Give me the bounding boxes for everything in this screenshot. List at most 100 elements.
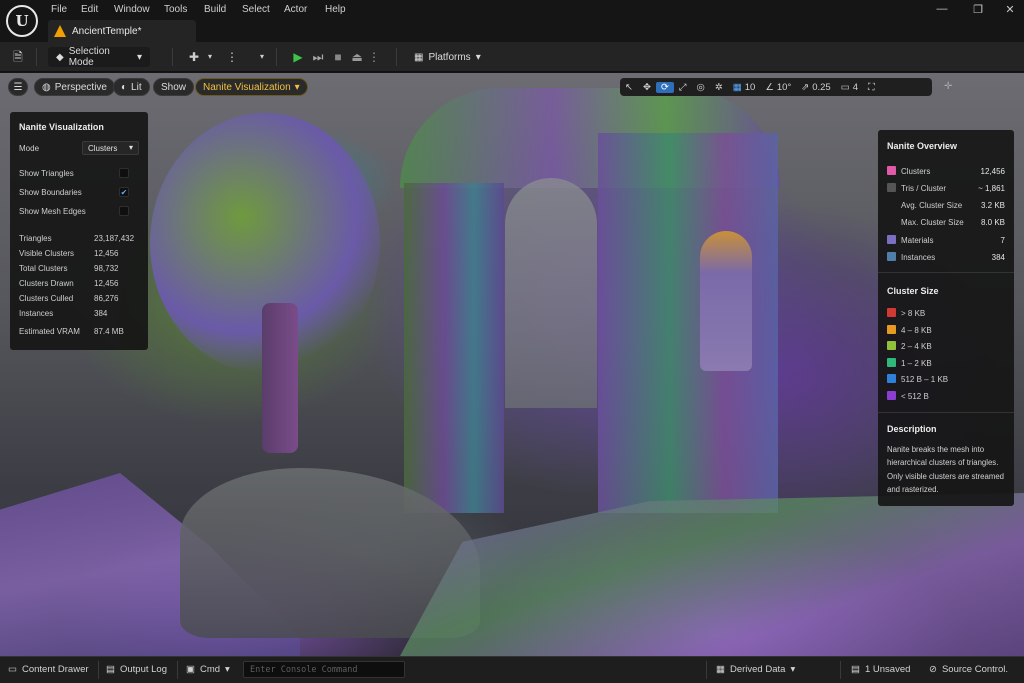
- menu-window[interactable]: Window: [114, 4, 150, 15]
- nanite-visualization-panel: Nanite Visualization Mode Clusters ▾ Sho…: [10, 112, 148, 350]
- perspective-button[interactable]: ◍ Perspective: [34, 78, 115, 96]
- size-swatch: [887, 308, 896, 317]
- overview-label: Instances: [901, 253, 936, 262]
- size-swatch: [887, 391, 896, 400]
- minimize-button[interactable]: —: [930, 3, 954, 15]
- rotate-icon[interactable]: ⟳: [655, 81, 674, 93]
- grid-snap-value: 10: [744, 81, 756, 93]
- show-mesh-edges-checkbox[interactable]: [119, 206, 129, 216]
- status-bar: ▭ Content Drawer ▤ Output Log ▣ Cmd ▾ En…: [0, 656, 1024, 683]
- platforms-dropdown[interactable]: ▦ Platforms ▾: [406, 47, 484, 67]
- menu-build[interactable]: Build: [204, 4, 226, 15]
- overview-value: ~ 1,861: [978, 184, 1005, 193]
- globe-icon: ◍: [42, 81, 51, 93]
- hamburger-icon: ☰: [13, 81, 23, 93]
- save-icon[interactable]: 🗎: [10, 49, 26, 65]
- option-label: Show Mesh Edges: [19, 207, 86, 216]
- size-swatch: [887, 325, 896, 334]
- camera-icon: ▭: [840, 81, 850, 93]
- play-icon[interactable]: ▶: [290, 49, 306, 65]
- viewport-options-icon[interactable]: ✛: [944, 81, 952, 92]
- chevron-down-icon: ▾: [136, 51, 142, 63]
- translate-icon[interactable]: ✥: [638, 82, 656, 93]
- unsaved-button[interactable]: ▤ 1 Unsaved: [851, 664, 910, 675]
- title-bar: U File Edit Window Tools Build Select Ac…: [0, 0, 1024, 42]
- project-tab[interactable]: AncientTemple*: [48, 20, 196, 42]
- restore-button[interactable]: ❐: [966, 3, 990, 16]
- show-boundaries-checkbox[interactable]: ✔: [119, 187, 129, 197]
- scale-icon[interactable]: ⤢: [674, 82, 692, 93]
- level-viewport[interactable]: ☰ ◍ Perspective ◐ Lit Show Nanite Visual…: [0, 73, 1024, 656]
- eject-icon[interactable]: ⏏: [349, 49, 365, 65]
- grid-snap-button[interactable]: ▦ 10: [728, 82, 761, 93]
- vram-label: Estimated VRAM: [19, 327, 80, 336]
- menu-file[interactable]: File: [51, 4, 67, 15]
- panel-title: Nanite Visualization: [19, 122, 104, 132]
- scale-snap-button[interactable]: ⇗ 0.25: [796, 82, 835, 93]
- divider: [840, 661, 841, 679]
- stat-label: Visible Clusters: [19, 249, 74, 258]
- chevron-down-icon[interactable]: ▾: [254, 49, 270, 65]
- overview-title: Nanite Overview: [887, 141, 958, 151]
- stat-label: Instances: [19, 309, 54, 318]
- menu-edit[interactable]: Edit: [81, 4, 98, 15]
- menu-select[interactable]: Select: [242, 4, 270, 15]
- rotation-snap-button[interactable]: ∠ 10°: [760, 82, 796, 93]
- tris-swatch: [887, 183, 896, 192]
- stat-value: 12,456: [94, 279, 119, 288]
- selection-mode-label: Selection Mode: [68, 46, 110, 68]
- lit-button[interactable]: ◐ Lit: [113, 78, 150, 96]
- blueprint-icon[interactable]: ⋮: [224, 49, 240, 65]
- mode-dropdown[interactable]: Clusters ▾: [82, 141, 139, 155]
- divider: [276, 48, 277, 66]
- overview-value: 8.0 KB: [980, 218, 1005, 227]
- stat-value: 23,187,432: [94, 234, 135, 243]
- option-label: Show Boundaries: [19, 188, 82, 197]
- nanite-visualization-button[interactable]: Nanite Visualization ▾: [195, 78, 308, 96]
- stop-icon[interactable]: ■: [330, 49, 346, 65]
- more-icon[interactable]: ⋮: [366, 49, 382, 65]
- derived-data-button[interactable]: ▦ Derived Data ▾: [716, 664, 795, 675]
- close-button[interactable]: ✕: [998, 3, 1022, 16]
- selection-mode-dropdown[interactable]: ◆ Selection Mode ▾: [48, 46, 150, 68]
- console-input[interactable]: Enter Console Command: [243, 661, 405, 678]
- chevron-down-icon: ▾: [225, 664, 230, 675]
- maximize-viewport-icon[interactable]: ⛶: [863, 82, 880, 93]
- cmd-label: Cmd: [199, 664, 221, 675]
- surface-snap-icon[interactable]: ✲: [710, 82, 728, 93]
- camera-speed-button[interactable]: ▭ 4: [836, 82, 863, 93]
- clusters-swatch: [887, 166, 896, 175]
- output-log-label: Output Log: [119, 664, 167, 675]
- cmd-dropdown[interactable]: ▣ Cmd ▾: [186, 664, 230, 675]
- chevron-down-icon: ▾: [128, 143, 133, 152]
- divider: [396, 48, 397, 66]
- source-control-button[interactable]: ⊘ Source Control.: [929, 664, 1008, 675]
- overview-value: 3.2 KB: [980, 201, 1005, 210]
- add-actor-icon[interactable]: ✚: [186, 49, 202, 65]
- chevron-down-icon[interactable]: ▾: [202, 49, 218, 65]
- menu-tools[interactable]: Tools: [164, 4, 187, 15]
- size-label: 4 – 8 KB: [901, 326, 932, 335]
- chevron-down-icon: ▾: [475, 51, 481, 63]
- temple-arch-opening: [505, 178, 597, 408]
- size-swatch: [887, 341, 896, 350]
- select-mode-icon[interactable]: ↖: [620, 82, 638, 93]
- world-space-icon[interactable]: ◎: [692, 82, 710, 93]
- size-label: 2 – 4 KB: [901, 342, 932, 351]
- output-log-button[interactable]: ▤ Output Log: [106, 664, 167, 675]
- content-drawer-button[interactable]: ▭ Content Drawer: [8, 664, 89, 675]
- menu-actor[interactable]: Actor: [284, 4, 307, 15]
- vram-value: 87.4 MB: [94, 327, 124, 336]
- step-forward-icon[interactable]: ⏭: [310, 49, 326, 65]
- menu-help[interactable]: Help: [325, 4, 346, 15]
- derived-data-label: Derived Data: [729, 664, 786, 675]
- show-triangles-checkbox[interactable]: [119, 168, 129, 178]
- cursor-icon: ◆: [56, 51, 64, 63]
- viewport-menu-button[interactable]: ☰: [8, 78, 28, 96]
- cluster-size-title: Cluster Size: [887, 286, 939, 296]
- source-control-label: Source Control.: [941, 664, 1008, 675]
- stat-label: Triangles: [19, 234, 52, 243]
- show-button[interactable]: Show: [153, 78, 195, 96]
- source-control-icon: ⊘: [929, 664, 937, 675]
- unreal-logo-icon[interactable]: U: [6, 5, 38, 37]
